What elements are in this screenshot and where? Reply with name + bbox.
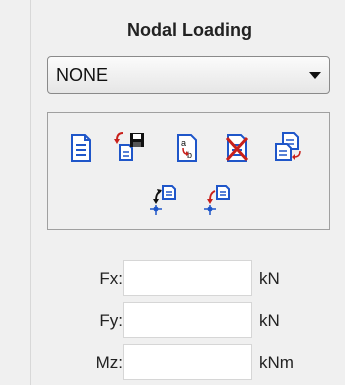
load-case-dropdown[interactable]: NONE (47, 56, 330, 94)
nodal-loading-panel: Nodal Loading NONE a b Fx: kN Fy: kN Mz:… (30, 0, 345, 385)
svg-text:a: a (181, 138, 186, 148)
fx-input[interactable] (123, 260, 252, 296)
load-toolbar: a b (47, 112, 330, 230)
fy-unit: kN (259, 311, 280, 330)
fx-unit: kN (259, 269, 280, 288)
mz-label: Mz: (95, 353, 123, 372)
fy-input[interactable] (123, 302, 252, 338)
fx-label: Fx: (99, 269, 123, 288)
chevron-down-icon[interactable] (309, 72, 321, 79)
new-document-icon[interactable] (68, 133, 94, 163)
dropdown-selected-value: NONE (56, 65, 109, 85)
delete-load-icon[interactable] (224, 133, 250, 163)
assign-node-load-icon[interactable] (148, 183, 182, 219)
save-load-icon[interactable] (114, 131, 146, 161)
mz-unit: kNm (259, 353, 294, 372)
remove-node-load-icon[interactable] (202, 183, 236, 219)
copy-load-icon[interactable] (272, 131, 304, 161)
mz-input[interactable] (123, 344, 252, 380)
panel-title: Nodal Loading (127, 20, 252, 40)
mz-row: Mz: kNm (31, 344, 345, 380)
rename-load-icon[interactable]: a b (174, 133, 200, 163)
fx-row: Fx: kN (31, 260, 345, 296)
fy-row: Fy: kN (31, 302, 345, 338)
fy-label: Fy: (99, 311, 123, 330)
svg-text:b: b (187, 150, 192, 160)
